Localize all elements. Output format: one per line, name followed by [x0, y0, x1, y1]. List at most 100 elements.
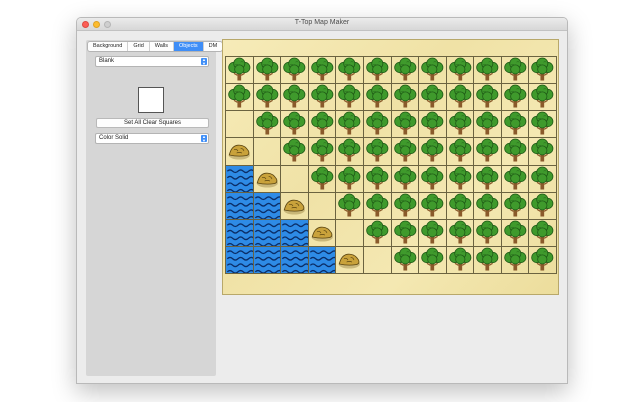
map-cell-tree[interactable] — [308, 57, 337, 85]
map-cell-rock[interactable] — [336, 246, 364, 274]
map-cell-tree[interactable] — [474, 219, 502, 247]
map-cell-empty[interactable] — [226, 111, 254, 139]
map-cell-tree[interactable] — [363, 192, 392, 220]
map-cell-tree[interactable] — [446, 246, 475, 274]
map-cell-empty[interactable] — [281, 165, 309, 193]
map-cell-tree[interactable] — [391, 57, 420, 85]
map-cell-tree[interactable] — [308, 165, 337, 193]
map-cell-tree[interactable] — [474, 246, 502, 274]
map-cell-tree[interactable] — [253, 84, 282, 112]
map-cell-tree[interactable] — [474, 165, 502, 193]
map-cell-rock[interactable] — [226, 138, 254, 166]
map-cell-water[interactable] — [253, 192, 282, 220]
map-cell-tree[interactable] — [336, 138, 364, 166]
map-cell-tree[interactable] — [529, 219, 557, 247]
map-cell-tree[interactable] — [474, 138, 502, 166]
map-cell-tree[interactable] — [226, 84, 254, 112]
tab-walls[interactable]: Walls — [150, 42, 174, 51]
tab-objects[interactable]: Objects — [174, 42, 204, 51]
map-cell-water[interactable] — [226, 246, 254, 274]
map-cell-water[interactable] — [253, 246, 282, 274]
map-cell-tree[interactable] — [336, 57, 364, 85]
map-cell-tree[interactable] — [281, 84, 309, 112]
object-type-select[interactable]: Blank ▲ ▼ — [95, 56, 209, 67]
map-cell-tree[interactable] — [529, 246, 557, 274]
map-cell-tree[interactable] — [529, 192, 557, 220]
map-cell-tree[interactable] — [529, 138, 557, 166]
map-grid[interactable] — [225, 56, 557, 274]
map-cell-tree[interactable] — [446, 111, 475, 139]
map-cell-tree[interactable] — [281, 111, 309, 139]
map-cell-tree[interactable] — [446, 138, 475, 166]
map-cell-tree[interactable] — [253, 111, 282, 139]
map-cell-tree[interactable] — [253, 57, 282, 85]
map-cell-tree[interactable] — [419, 165, 447, 193]
tab-grid[interactable]: Grid — [128, 42, 150, 51]
map-cell-tree[interactable] — [281, 138, 309, 166]
map-cell-tree[interactable] — [363, 111, 392, 139]
map-cell-tree[interactable] — [501, 165, 530, 193]
tab-dm[interactable]: DM — [204, 42, 223, 51]
map-cell-rock[interactable] — [253, 165, 282, 193]
map-cell-tree[interactable] — [446, 84, 475, 112]
map-cell-tree[interactable] — [363, 219, 392, 247]
map-cell-tree[interactable] — [308, 111, 337, 139]
map-cell-water[interactable] — [226, 165, 254, 193]
map-cell-empty[interactable] — [336, 219, 364, 247]
map-cell-tree[interactable] — [363, 138, 392, 166]
map-cell-tree[interactable] — [308, 138, 337, 166]
map-cell-tree[interactable] — [446, 57, 475, 85]
map-cell-tree[interactable] — [363, 57, 392, 85]
map-cell-tree[interactable] — [501, 219, 530, 247]
map-cell-tree[interactable] — [308, 84, 337, 112]
map-cell-water[interactable] — [281, 219, 309, 247]
map-canvas[interactable] — [222, 39, 559, 295]
map-cell-tree[interactable] — [474, 192, 502, 220]
map-cell-water[interactable] — [281, 246, 309, 274]
map-cell-tree[interactable] — [363, 84, 392, 112]
map-cell-tree[interactable] — [474, 84, 502, 112]
map-cell-tree[interactable] — [336, 84, 364, 112]
map-cell-tree[interactable] — [501, 111, 530, 139]
map-cell-rock[interactable] — [308, 219, 337, 247]
map-cell-tree[interactable] — [474, 111, 502, 139]
map-cell-tree[interactable] — [501, 84, 530, 112]
map-cell-tree[interactable] — [474, 57, 502, 85]
map-cell-tree[interactable] — [501, 246, 530, 274]
map-cell-water[interactable] — [226, 219, 254, 247]
map-cell-tree[interactable] — [419, 111, 447, 139]
map-cell-tree[interactable] — [419, 246, 447, 274]
map-cell-water[interactable] — [226, 192, 254, 220]
map-cell-empty[interactable] — [308, 192, 337, 220]
map-cell-tree[interactable] — [529, 57, 557, 85]
map-cell-tree[interactable] — [391, 165, 420, 193]
map-cell-tree[interactable] — [336, 165, 364, 193]
map-cell-tree[interactable] — [419, 57, 447, 85]
map-cell-tree[interactable] — [391, 246, 420, 274]
map-cell-tree[interactable] — [501, 138, 530, 166]
tab-background[interactable]: Background — [88, 42, 129, 51]
map-cell-rock[interactable] — [281, 192, 309, 220]
map-cell-tree[interactable] — [419, 192, 447, 220]
map-cell-tree[interactable] — [529, 111, 557, 139]
map-cell-tree[interactable] — [363, 165, 392, 193]
map-cell-tree[interactable] — [501, 192, 530, 220]
fill-style-select[interactable]: Color Solid ▲ ▼ — [95, 133, 209, 144]
map-cell-empty[interactable] — [363, 246, 392, 274]
map-cell-tree[interactable] — [446, 219, 475, 247]
map-cell-empty[interactable] — [253, 138, 282, 166]
map-cell-tree[interactable] — [529, 165, 557, 193]
map-cell-tree[interactable] — [391, 84, 420, 112]
map-cell-tree[interactable] — [391, 111, 420, 139]
map-cell-tree[interactable] — [419, 84, 447, 112]
map-cell-tree[interactable] — [391, 138, 420, 166]
map-cell-tree[interactable] — [529, 84, 557, 112]
map-cell-tree[interactable] — [336, 111, 364, 139]
map-cell-tree[interactable] — [419, 219, 447, 247]
map-cell-tree[interactable] — [501, 57, 530, 85]
map-cell-tree[interactable] — [391, 219, 420, 247]
map-cell-tree[interactable] — [419, 138, 447, 166]
map-cell-water[interactable] — [308, 246, 337, 274]
title-bar[interactable]: T-Top Map Maker — [77, 18, 567, 31]
map-cell-water[interactable] — [253, 219, 282, 247]
